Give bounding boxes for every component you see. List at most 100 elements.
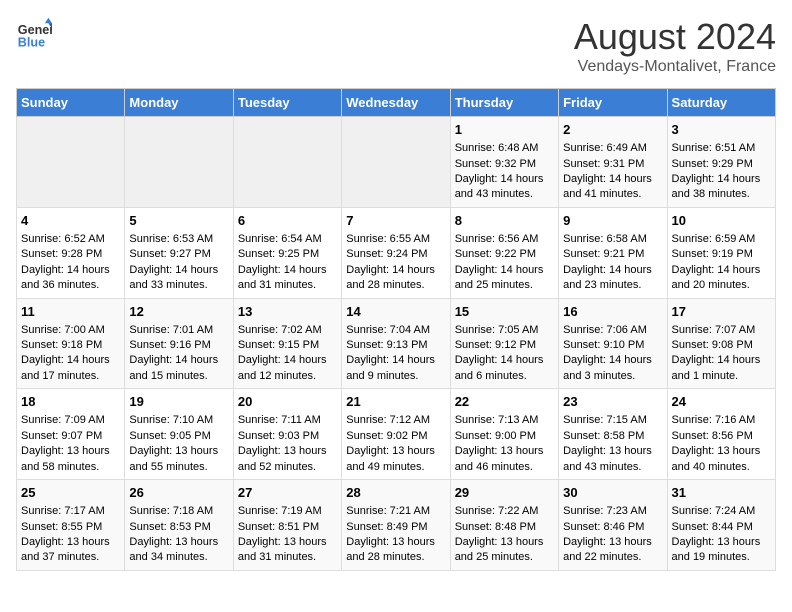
day-number: 12 [129, 303, 228, 321]
day-number: 19 [129, 393, 228, 411]
sunset-text: Sunset: 8:46 PM [563, 520, 662, 535]
weekday-header-monday: Monday [125, 89, 233, 117]
sunrise-text: Sunrise: 7:17 AM [21, 504, 120, 519]
main-title: August 2024 [574, 16, 776, 58]
day-number: 28 [346, 484, 445, 502]
day-number: 14 [346, 303, 445, 321]
sunset-text: Sunset: 9:32 PM [455, 157, 554, 172]
calendar-cell: 27Sunrise: 7:19 AMSunset: 8:51 PMDayligh… [233, 480, 341, 571]
sunrise-text: Sunrise: 7:21 AM [346, 504, 445, 519]
sunrise-text: Sunrise: 6:51 AM [672, 141, 771, 156]
sunrise-text: Sunrise: 6:56 AM [455, 232, 554, 247]
title-area: August 2024 Vendays-Montalivet, France [574, 16, 776, 76]
calendar-cell: 30Sunrise: 7:23 AMSunset: 8:46 PMDayligh… [559, 480, 667, 571]
sunset-text: Sunset: 8:51 PM [238, 520, 337, 535]
calendar-cell: 29Sunrise: 7:22 AMSunset: 8:48 PMDayligh… [450, 480, 558, 571]
sunset-text: Sunset: 9:05 PM [129, 429, 228, 444]
calendar-cell: 21Sunrise: 7:12 AMSunset: 9:02 PMDayligh… [342, 389, 450, 480]
sunset-text: Sunset: 9:18 PM [21, 338, 120, 353]
sunset-text: Sunset: 9:31 PM [563, 157, 662, 172]
sunrise-text: Sunrise: 7:24 AM [672, 504, 771, 519]
calendar-cell [342, 117, 450, 208]
sunrise-text: Sunrise: 7:07 AM [672, 323, 771, 338]
daylight-text: Daylight: 14 hours and 41 minutes. [563, 172, 662, 203]
calendar-cell: 3 Sunrise: 6:51 AMSunset: 9:29 PMDaylight… [667, 117, 775, 208]
day-number: 20 [238, 393, 337, 411]
day-number: 4 [21, 212, 120, 230]
daylight-text: Daylight: 13 hours and 58 minutes. [21, 444, 120, 475]
day-number: 22 [455, 393, 554, 411]
calendar-cell: 12Sunrise: 7:01 AMSunset: 9:16 PMDayligh… [125, 298, 233, 389]
day-number: 13 [238, 303, 337, 321]
sunset-text: Sunset: 9:22 PM [455, 247, 554, 262]
weekday-header-friday: Friday [559, 89, 667, 117]
day-number: 2 [563, 121, 662, 139]
calendar-cell: 24Sunrise: 7:16 AMSunset: 8:56 PMDayligh… [667, 389, 775, 480]
daylight-text: Daylight: 14 hours and 38 minutes. [672, 172, 771, 203]
daylight-text: Daylight: 14 hours and 31 minutes. [238, 263, 337, 294]
sunrise-text: Sunrise: 7:23 AM [563, 504, 662, 519]
week-row-2: 4Sunrise: 6:52 AMSunset: 9:28 PMDaylight… [17, 207, 776, 298]
sunset-text: Sunset: 9:12 PM [455, 338, 554, 353]
day-number: 3 [672, 121, 771, 139]
sunrise-text: Sunrise: 7:16 AM [672, 413, 771, 428]
calendar-cell: 13Sunrise: 7:02 AMSunset: 9:15 PMDayligh… [233, 298, 341, 389]
daylight-text: Daylight: 14 hours and 6 minutes. [455, 353, 554, 384]
weekday-header-saturday: Saturday [667, 89, 775, 117]
weekday-header-wednesday: Wednesday [342, 89, 450, 117]
calendar-cell: 22Sunrise: 7:13 AMSunset: 9:00 PMDayligh… [450, 389, 558, 480]
day-number: 1 [455, 121, 554, 139]
sunrise-text: Sunrise: 6:54 AM [238, 232, 337, 247]
sunrise-text: Sunrise: 6:52 AM [21, 232, 120, 247]
daylight-text: Daylight: 13 hours and 37 minutes. [21, 535, 120, 566]
logo: General Blue [16, 16, 52, 52]
sunset-text: Sunset: 9:00 PM [455, 429, 554, 444]
day-number: 24 [672, 393, 771, 411]
calendar-cell [125, 117, 233, 208]
day-number: 9 [563, 212, 662, 230]
calendar-cell: 28Sunrise: 7:21 AMSunset: 8:49 PMDayligh… [342, 480, 450, 571]
calendar-cell: 6 Sunrise: 6:54 AMSunset: 9:25 PMDaylight… [233, 207, 341, 298]
sunrise-text: Sunrise: 7:10 AM [129, 413, 228, 428]
sunrise-text: Sunrise: 6:58 AM [563, 232, 662, 247]
sunrise-text: Sunrise: 7:22 AM [455, 504, 554, 519]
subtitle: Vendays-Montalivet, France [574, 58, 776, 76]
daylight-text: Daylight: 14 hours and 12 minutes. [238, 353, 337, 384]
sunrise-text: Sunrise: 7:13 AM [455, 413, 554, 428]
sunrise-text: Sunrise: 7:00 AM [21, 323, 120, 338]
sunrise-text: Sunrise: 7:19 AM [238, 504, 337, 519]
calendar-cell: 11Sunrise: 7:00 AMSunset: 9:18 PMDayligh… [17, 298, 125, 389]
daylight-text: Daylight: 14 hours and 23 minutes. [563, 263, 662, 294]
daylight-text: Daylight: 13 hours and 22 minutes. [563, 535, 662, 566]
sunset-text: Sunset: 9:28 PM [21, 247, 120, 262]
sunset-text: Sunset: 9:21 PM [563, 247, 662, 262]
calendar-cell: 4 Sunrise: 6:52 AMSunset: 9:28 PMDaylight… [17, 207, 125, 298]
weekday-header-row: SundayMondayTuesdayWednesdayThursdayFrid… [17, 89, 776, 117]
week-row-3: 11Sunrise: 7:00 AMSunset: 9:18 PMDayligh… [17, 298, 776, 389]
daylight-text: Daylight: 14 hours and 9 minutes. [346, 353, 445, 384]
calendar-cell: 8Sunrise: 6:56 AMSunset: 9:22 PMDaylight… [450, 207, 558, 298]
sunrise-text: Sunrise: 7:18 AM [129, 504, 228, 519]
sunset-text: Sunset: 9:25 PM [238, 247, 337, 262]
sunrise-text: Sunrise: 6:59 AM [672, 232, 771, 247]
daylight-text: Daylight: 14 hours and 36 minutes. [21, 263, 120, 294]
sunset-text: Sunset: 9:29 PM [672, 157, 771, 172]
sunset-text: Sunset: 9:27 PM [129, 247, 228, 262]
daylight-text: Daylight: 14 hours and 43 minutes. [455, 172, 554, 203]
sunset-text: Sunset: 8:44 PM [672, 520, 771, 535]
sunset-text: Sunset: 8:55 PM [21, 520, 120, 535]
daylight-text: Daylight: 14 hours and 28 minutes. [346, 263, 445, 294]
week-row-5: 25Sunrise: 7:17 AMSunset: 8:55 PMDayligh… [17, 480, 776, 571]
calendar-cell: 19Sunrise: 7:10 AMSunset: 9:05 PMDayligh… [125, 389, 233, 480]
calendar-cell: 14Sunrise: 7:04 AMSunset: 9:13 PMDayligh… [342, 298, 450, 389]
daylight-text: Daylight: 13 hours and 49 minutes. [346, 444, 445, 475]
day-number: 6 [238, 212, 337, 230]
daylight-text: Daylight: 14 hours and 17 minutes. [21, 353, 120, 384]
logo-icon: General Blue [16, 16, 52, 52]
calendar-cell: 2Sunrise: 6:49 AMSunset: 9:31 PMDaylight… [559, 117, 667, 208]
sunrise-text: Sunrise: 7:09 AM [21, 413, 120, 428]
daylight-text: Daylight: 14 hours and 3 minutes. [563, 353, 662, 384]
sunrise-text: Sunrise: 7:02 AM [238, 323, 337, 338]
sunset-text: Sunset: 9:19 PM [672, 247, 771, 262]
day-number: 17 [672, 303, 771, 321]
